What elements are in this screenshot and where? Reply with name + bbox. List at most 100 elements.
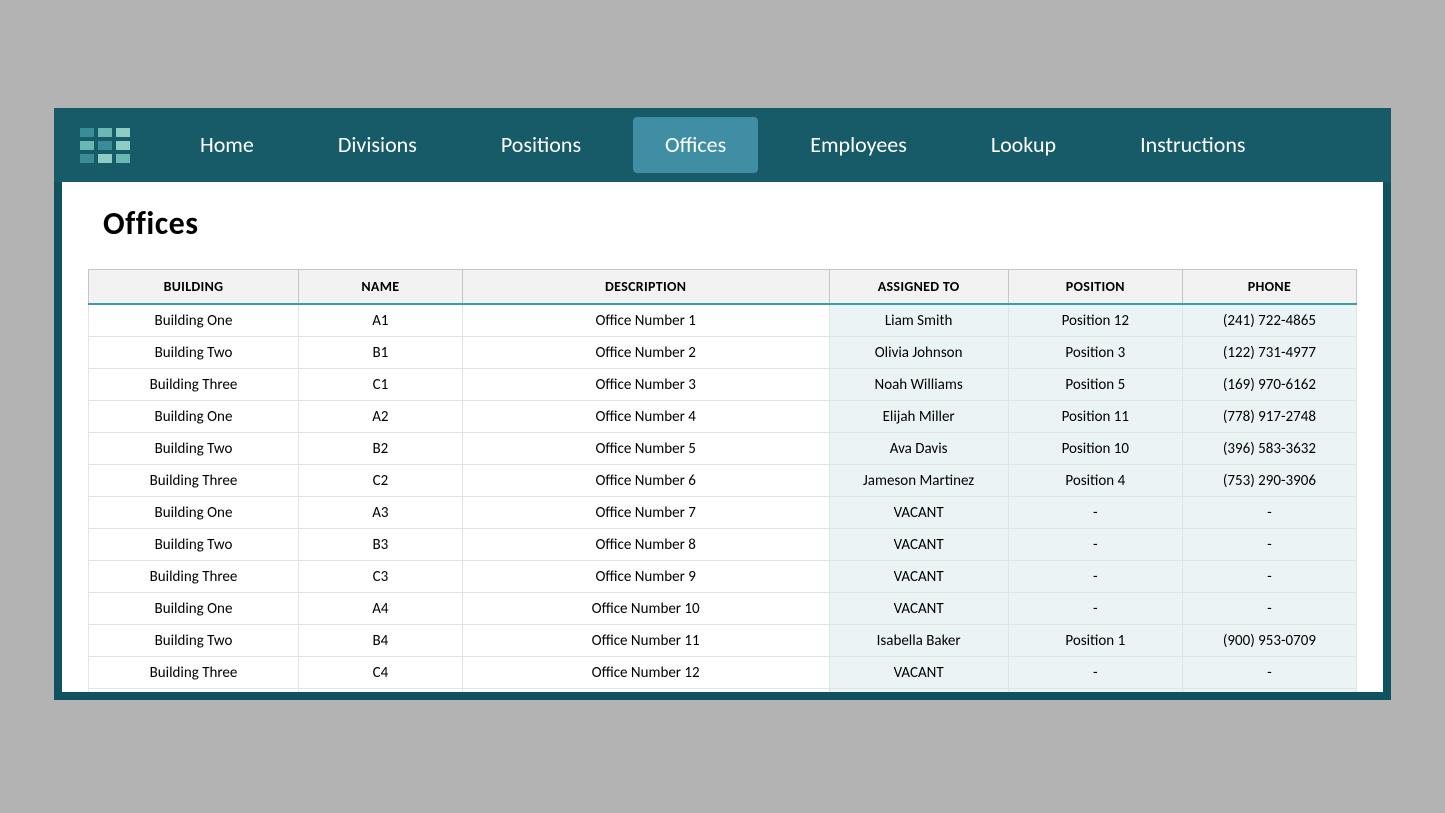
cell-phone[interactable]: - (1182, 593, 1356, 625)
cell-description[interactable]: Office Number 11 (462, 625, 829, 657)
cell-assigned-to[interactable]: Elijah Miller (829, 401, 1008, 433)
cell-building[interactable]: Building Two (89, 529, 299, 561)
cell-position[interactable]: Position 4 (1008, 465, 1182, 497)
cell-assigned-to[interactable]: VACANT (829, 657, 1008, 689)
table-row[interactable]: Building OneA3Office Number 7VACANT-- (89, 497, 1357, 529)
cell-phone[interactable]: - (1182, 657, 1356, 689)
table-row[interactable]: Building OneA1Office Number 1Liam SmithP… (89, 304, 1357, 337)
cell-assigned-to[interactable]: VACANT (829, 497, 1008, 529)
cell-position[interactable]: - (1008, 561, 1182, 593)
cell-description[interactable]: Office Number 3 (462, 369, 829, 401)
cell-phone[interactable]: (122) 731-4977 (1182, 337, 1356, 369)
cell-name[interactable]: B2 (298, 433, 462, 465)
cell-phone[interactable]: (778) 917-2748 (1182, 401, 1356, 433)
cell-building[interactable]: Building Two (89, 433, 299, 465)
table-row[interactable]: Building OneA4Office Number 10VACANT-- (89, 593, 1357, 625)
table-row[interactable]: Building ThreeC1Office Number 3Noah Will… (89, 369, 1357, 401)
cell-phone[interactable]: (169) 970-6162 (1182, 369, 1356, 401)
cell-position[interactable]: - (1008, 497, 1182, 529)
cell-building[interactable]: Building Three (89, 561, 299, 593)
cell-building[interactable]: Building One (89, 401, 299, 433)
cell-description[interactable]: Office Number 5 (462, 433, 829, 465)
nav-item-positions[interactable]: Positions (469, 117, 613, 173)
cell-position[interactable]: Position 12 (1008, 304, 1182, 337)
cell-description[interactable]: Office Number 12 (462, 657, 829, 689)
cell-assigned-to[interactable] (829, 689, 1008, 693)
cell-assigned-to[interactable]: Isabella Baker (829, 625, 1008, 657)
cell-position[interactable]: Position 10 (1008, 433, 1182, 465)
cell-position[interactable]: - (1008, 529, 1182, 561)
cell-name[interactable]: C2 (298, 465, 462, 497)
cell-building[interactable]: Building Three (89, 465, 299, 497)
cell-name[interactable]: A4 (298, 593, 462, 625)
cell-description[interactable]: Office Number 10 (462, 593, 829, 625)
cell-assigned-to[interactable]: VACANT (829, 593, 1008, 625)
cell-description[interactable]: Office Number 4 (462, 401, 829, 433)
cell-name[interactable]: B1 (298, 337, 462, 369)
cell-building[interactable]: Building Two (89, 337, 299, 369)
cell-position[interactable]: Position 11 (1008, 401, 1182, 433)
cell-description[interactable] (462, 689, 829, 693)
cell-phone[interactable]: - (1182, 529, 1356, 561)
col-header-phone[interactable]: PHONE (1182, 270, 1356, 305)
cell-phone[interactable]: (241) 722-4865 (1182, 304, 1356, 337)
cell-name[interactable]: A1 (298, 304, 462, 337)
cell-building[interactable]: Building One (89, 497, 299, 529)
cell-assigned-to[interactable]: Olivia Johnson (829, 337, 1008, 369)
col-header-position[interactable]: POSITION (1008, 270, 1182, 305)
cell-phone[interactable]: - (1182, 497, 1356, 529)
cell-assigned-to[interactable]: Ava Davis (829, 433, 1008, 465)
cell-name[interactable]: A2 (298, 401, 462, 433)
cell-building[interactable]: Building Two (89, 625, 299, 657)
cell-assigned-to[interactable]: VACANT (829, 529, 1008, 561)
table-row[interactable]: Building TwoB2Office Number 5Ava DavisPo… (89, 433, 1357, 465)
cell-name[interactable]: C3 (298, 561, 462, 593)
cell-position[interactable]: - (1008, 593, 1182, 625)
cell-name[interactable]: B3 (298, 529, 462, 561)
cell-name[interactable]: C4 (298, 657, 462, 689)
nav-item-offices[interactable]: Offices (633, 117, 758, 173)
cell-building[interactable]: Building Three (89, 369, 299, 401)
table-row[interactable]: Building OneA2Office Number 4Elijah Mill… (89, 401, 1357, 433)
cell-building[interactable]: Building One (89, 304, 299, 337)
cell-position[interactable]: Position 1 (1008, 625, 1182, 657)
cell-description[interactable]: Office Number 6 (462, 465, 829, 497)
nav-item-instructions[interactable]: Instructions (1108, 117, 1277, 173)
cell-name[interactable]: C1 (298, 369, 462, 401)
table-row[interactable]: Building TwoB3Office Number 8VACANT-- (89, 529, 1357, 561)
cell-phone[interactable]: (900) 953-0709 (1182, 625, 1356, 657)
cell-description[interactable]: Office Number 1 (462, 304, 829, 337)
cell-assigned-to[interactable]: Liam Smith (829, 304, 1008, 337)
cell-phone[interactable]: (753) 290-3906 (1182, 465, 1356, 497)
cell-description[interactable]: Office Number 8 (462, 529, 829, 561)
cell-assigned-to[interactable]: VACANT (829, 561, 1008, 593)
col-header-name[interactable]: NAME (298, 270, 462, 305)
table-row[interactable] (89, 689, 1357, 693)
cell-name[interactable]: A3 (298, 497, 462, 529)
table-row[interactable]: Building ThreeC4Office Number 12VACANT-- (89, 657, 1357, 689)
cell-description[interactable]: Office Number 9 (462, 561, 829, 593)
cell-position[interactable]: Position 5 (1008, 369, 1182, 401)
cell-description[interactable]: Office Number 2 (462, 337, 829, 369)
cell-building[interactable]: Building Three (89, 657, 299, 689)
table-row[interactable]: Building ThreeC2Office Number 6Jameson M… (89, 465, 1357, 497)
nav-item-employees[interactable]: Employees (778, 117, 939, 173)
table-row[interactable]: Building TwoB1Office Number 2Olivia John… (89, 337, 1357, 369)
cell-phone[interactable]: - (1182, 561, 1356, 593)
cell-phone[interactable]: (396) 583-3632 (1182, 433, 1356, 465)
table-row[interactable]: Building TwoB4Office Number 11Isabella B… (89, 625, 1357, 657)
table-row[interactable]: Building ThreeC3Office Number 9VACANT-- (89, 561, 1357, 593)
cell-name[interactable] (298, 689, 462, 693)
col-header-description[interactable]: DESCRIPTION (462, 270, 829, 305)
cell-phone[interactable] (1182, 689, 1356, 693)
col-header-assigned-to[interactable]: ASSIGNED TO (829, 270, 1008, 305)
cell-assigned-to[interactable]: Jameson Martinez (829, 465, 1008, 497)
cell-building[interactable]: Building One (89, 593, 299, 625)
cell-position[interactable] (1008, 689, 1182, 693)
col-header-building[interactable]: BUILDING (89, 270, 299, 305)
cell-description[interactable]: Office Number 7 (462, 497, 829, 529)
cell-position[interactable]: Position 3 (1008, 337, 1182, 369)
cell-building[interactable] (89, 689, 299, 693)
nav-item-home[interactable]: Home (168, 117, 286, 173)
cell-position[interactable]: - (1008, 657, 1182, 689)
